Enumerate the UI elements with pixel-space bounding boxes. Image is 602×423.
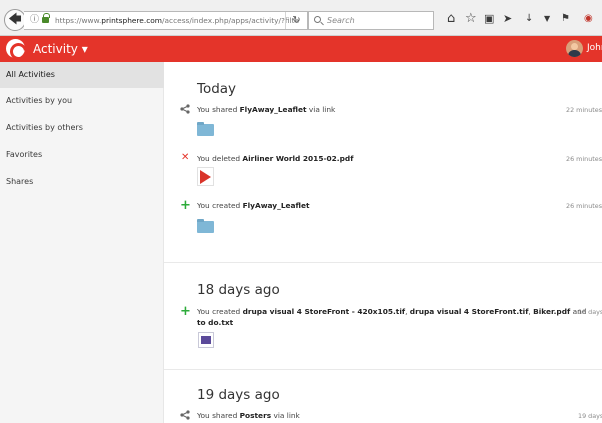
pdf-file-icon[interactable] <box>197 167 214 186</box>
app-logo-icon[interactable] <box>6 39 25 58</box>
downloads-icon[interactable]: ↓ <box>525 12 533 26</box>
file-link[interactable]: Posters <box>240 411 271 420</box>
file-link[interactable]: Biker.pdf <box>533 307 570 316</box>
activity-text: You created FlyAway_Leaflet <box>197 201 310 210</box>
sidebar-item-shares[interactable]: Shares <box>0 169 164 195</box>
activity-text: You created drupa visual 4 StoreFront - … <box>197 307 587 316</box>
extension-icon[interactable]: ⚑ <box>561 12 570 26</box>
clipboard-icon[interactable]: ▣ <box>484 12 494 26</box>
activity-time: 18 days <box>578 308 602 316</box>
search-icon <box>314 16 321 23</box>
sidebar-item-favorites[interactable]: Favorites <box>0 142 164 168</box>
image-file-icon[interactable] <box>198 332 214 348</box>
file-link[interactable]: FlyAway_Leaflet <box>243 201 310 210</box>
file-link[interactable]: drupa visual 4 StoreFront - 420x105.tif <box>243 307 405 316</box>
activity-time: 19 days <box>578 412 602 420</box>
section-title-today: Today <box>197 81 237 97</box>
dropdown-icon[interactable]: ▼ <box>544 12 550 26</box>
avatar[interactable] <box>566 40 583 57</box>
star-icon[interactable]: ☆ <box>465 12 477 26</box>
sidebar-item-activities-by-others[interactable]: Activities by others <box>0 115 164 141</box>
file-link[interactable]: FlyAway_Leaflet <box>240 105 307 114</box>
divider <box>164 369 602 370</box>
app-menu-button[interactable]: Activity ▾ <box>33 40 88 58</box>
sidebar-item-all-activities[interactable]: All Activities <box>0 62 164 88</box>
home-icon[interactable]: ⌂ <box>447 12 455 26</box>
browser-toolbar: 🡄 ⓘ https://www.printsphere.com/access/i… <box>0 0 602 36</box>
share-icon <box>180 410 190 420</box>
activity-text: You shared Posters via link <box>197 411 300 420</box>
share-icon <box>180 104 190 114</box>
sidebar-item-activities-by-you[interactable]: Activities by you <box>0 88 164 114</box>
folder-icon[interactable] <box>197 219 214 233</box>
activity-time: 22 minutes <box>566 106 602 114</box>
file-link[interactable]: to do.txt <box>197 318 233 327</box>
section-title-18-days-ago: 18 days ago <box>197 282 280 298</box>
url-bar[interactable]: ⓘ https://www.printsphere.com/access/ind… <box>24 11 308 30</box>
activity-time: 26 minutes <box>566 202 602 210</box>
create-icon: + <box>180 198 191 213</box>
app-header: Activity ▾ John <box>0 36 602 62</box>
create-icon: + <box>180 304 191 319</box>
user-name[interactable]: John <box>587 41 602 56</box>
file-link[interactable]: drupa visual 4 StoreFront.tif <box>410 307 529 316</box>
sidebar: All Activities Activities by you Activit… <box>0 62 164 423</box>
delete-icon: ✕ <box>181 152 190 163</box>
folder-icon[interactable] <box>197 122 214 136</box>
search-input[interactable]: Search <box>308 11 434 30</box>
activity-text: You deleted Airliner World 2015-02.pdf <box>197 154 354 163</box>
reload-icon[interactable]: ↻ <box>285 12 307 29</box>
url-text: https://www.printsphere.com/access/index… <box>55 16 300 25</box>
file-link[interactable]: Airliner World 2015-02.pdf <box>242 154 353 163</box>
back-arrow-icon[interactable]: 🡄 <box>4 9 26 31</box>
lock-icon <box>42 13 50 24</box>
section-title-19-days-ago: 19 days ago <box>197 387 280 403</box>
divider <box>164 262 602 263</box>
info-icon[interactable]: ⓘ <box>30 12 39 29</box>
activity-text: You shared FlyAway_Leaflet via link <box>197 105 336 114</box>
profile-icon[interactable]: ◉ <box>584 12 593 26</box>
activity-time: 26 minutes <box>566 155 602 163</box>
activity-text-continued: to do.txt <box>197 317 233 328</box>
pocket-icon[interactable]: ➤ <box>503 12 512 26</box>
